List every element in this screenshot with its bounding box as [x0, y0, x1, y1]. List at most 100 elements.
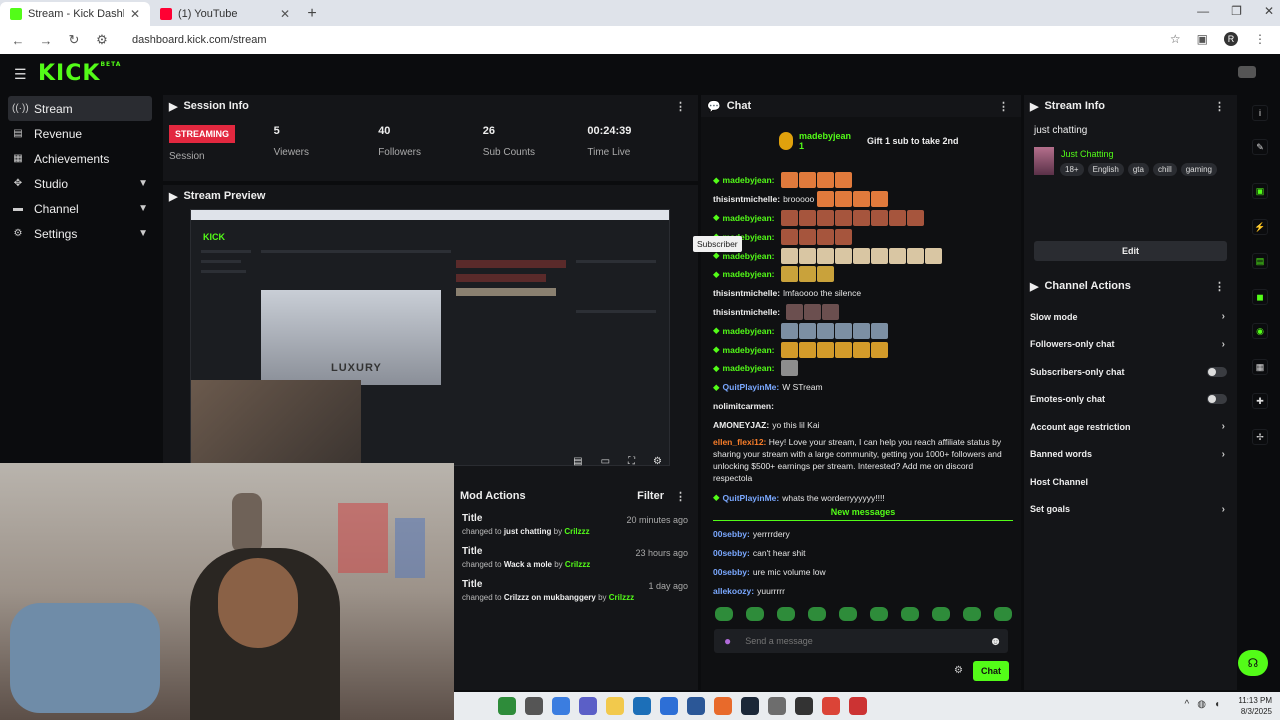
chat-username[interactable]: 00sebby: [713, 529, 750, 539]
close-window-icon[interactable]: ✕ [1264, 4, 1274, 18]
pinned-gift-banner[interactable]: madebyjean 1 Gift 1 sub to take 2nd [779, 131, 959, 151]
back-icon[interactable]: ← [10, 33, 26, 48]
chat-username[interactable]: 00sebby: [713, 548, 750, 558]
info-icon[interactable]: i [1252, 105, 1268, 121]
settings-icon[interactable]: ⚙ [653, 456, 662, 467]
app-icon[interactable] [795, 697, 813, 715]
document-icon[interactable]: ▤ [1252, 253, 1268, 269]
slow-mode-action[interactable]: Slow mode › [1024, 303, 1237, 331]
chat-bubble-icon[interactable]: ◼ [1252, 289, 1268, 305]
hamburger-menu-icon[interactable]: ☰ [14, 66, 27, 83]
new-messages-divider[interactable]: New messages [713, 507, 1013, 521]
subscribers-only-toggle[interactable] [1207, 366, 1227, 377]
clip-icon[interactable]: ▣ [1252, 183, 1268, 199]
chat-username[interactable]: madebyjean: [723, 175, 775, 185]
close-tab-icon[interactable]: ✕ [280, 7, 290, 21]
user-menu-icon[interactable] [1238, 66, 1256, 78]
sidebar-item-channel[interactable]: ▬ Channel ▼ [0, 196, 160, 221]
more-options-icon[interactable]: ⋮ [998, 100, 1009, 113]
wrench-icon[interactable]: ✚ [1252, 393, 1268, 409]
more-options-icon[interactable]: ⋮ [675, 490, 686, 503]
maximize-icon[interactable]: ❐ [1231, 4, 1242, 18]
chevron-up-icon[interactable]: ^ [1185, 699, 1190, 710]
forward-icon[interactable]: → [38, 33, 54, 48]
minimize-icon[interactable]: — [1197, 4, 1209, 18]
edit-stream-info-button[interactable]: Edit [1034, 241, 1227, 261]
app-icon[interactable] [633, 697, 651, 715]
chat-settings-icon[interactable]: ⚙ [954, 665, 963, 676]
category-name[interactable]: Just Chatting [1061, 149, 1114, 159]
app-icon[interactable] [768, 697, 786, 715]
host-channel-action[interactable]: Host Channel [1024, 468, 1237, 496]
broadcast-icon[interactable]: ◉ [1252, 323, 1268, 339]
app-icon[interactable] [660, 697, 678, 715]
url-field[interactable]: dashboard.kick.com/stream [132, 34, 267, 46]
emotes-only-toggle[interactable] [1207, 394, 1227, 405]
app-icon[interactable] [687, 697, 705, 715]
emote-icon[interactable] [963, 607, 981, 621]
chat-username[interactable]: allekoozy: [713, 586, 754, 596]
edit-icon[interactable]: ✎ [1252, 139, 1268, 155]
new-tab-button[interactable]: + [300, 2, 324, 26]
emote-icon[interactable] [777, 607, 795, 621]
set-goals-action[interactable]: Set goals › [1024, 496, 1237, 524]
sidebar-item-achievements[interactable]: ▦ Achievements [0, 146, 160, 171]
more-options-icon[interactable]: ⋮ [1214, 280, 1225, 293]
sidebar-item-stream[interactable]: ((·)) Stream [8, 96, 152, 121]
emote-icon[interactable] [839, 607, 857, 621]
close-tab-icon[interactable]: ✕ [130, 7, 140, 21]
sidebar-item-studio[interactable]: ✥ Studio ▼ [0, 171, 160, 196]
chat-username[interactable]: ellen_flexi12: [713, 437, 766, 447]
chevron-down-icon[interactable]: ▼ [138, 228, 148, 239]
app-icon[interactable] [714, 697, 732, 715]
emote-icon[interactable] [715, 607, 733, 621]
sidebar-item-revenue[interactable]: ▤ Revenue [0, 121, 160, 146]
chat-username[interactable]: thisisntmichelle: [713, 194, 780, 204]
help-headset-icon[interactable]: ☊ [1238, 650, 1268, 676]
tab-kick-dashboard[interactable]: Stream - Kick Dashboard ✕ [0, 2, 150, 26]
app-icon[interactable] [525, 697, 543, 715]
emote-icon[interactable] [808, 607, 826, 621]
app-icon[interactable] [606, 697, 624, 715]
volume-icon[interactable]: ◖ [1214, 699, 1220, 710]
lightning-icon[interactable]: ⚡ [1252, 219, 1268, 235]
chat-overlay-icon[interactable]: ▤ [573, 456, 582, 467]
puzzle-icon[interactable]: ✢ [1252, 429, 1268, 445]
more-options-icon[interactable]: ⋮ [1214, 100, 1225, 113]
account-age-action[interactable]: Account age restriction › [1024, 413, 1237, 441]
chat-username[interactable]: madebyjean: [723, 251, 775, 261]
stream-preview-video[interactable]: KICK LUXURY [190, 209, 670, 466]
chat-username[interactable]: AMONEYJAZ: [713, 420, 769, 430]
site-info-icon[interactable]: ⚙ [94, 32, 110, 48]
chat-input[interactable] [745, 636, 976, 646]
chat-username[interactable]: madebyjean: [723, 326, 775, 336]
app-icon[interactable] [552, 697, 570, 715]
layout-icon[interactable]: ▦ [1252, 359, 1268, 375]
emote-icon[interactable] [746, 607, 764, 621]
browser-menu-icon[interactable]: ⋮ [1254, 32, 1266, 46]
sidebar-item-settings[interactable]: ⚙ Settings ▼ [0, 221, 160, 246]
chat-username[interactable]: madebyjean: [723, 213, 775, 223]
banned-words-action[interactable]: Banned words › [1024, 441, 1237, 469]
chevron-down-icon[interactable]: ▼ [138, 203, 148, 214]
emote-icon[interactable] [901, 607, 919, 621]
app-icon[interactable] [741, 697, 759, 715]
filter-button[interactable]: Filter [637, 490, 664, 502]
extensions-icon[interactable]: ▣ [1197, 32, 1208, 46]
profile-avatar[interactable]: R [1224, 32, 1238, 46]
emote-icon[interactable] [994, 607, 1012, 621]
chat-username[interactable]: madebyjean: [723, 269, 775, 279]
app-icon[interactable] [579, 697, 597, 715]
bookmark-star-icon[interactable]: ☆ [1170, 32, 1181, 46]
app-icon[interactable] [822, 697, 840, 715]
chat-username[interactable]: thisisntmichelle: [713, 288, 780, 298]
chevron-down-icon[interactable]: ▼ [138, 178, 148, 189]
chat-username[interactable]: QuitPlayinMe: [723, 493, 780, 503]
chat-username[interactable]: madebyjean: [723, 363, 775, 373]
app-icon[interactable] [849, 697, 867, 715]
kick-logo[interactable]: KICKBETA [38, 61, 121, 86]
chat-username[interactable]: nolimitcarmen: [713, 401, 774, 411]
theater-icon[interactable]: ▭ [601, 456, 610, 467]
chat-username[interactable]: madebyjean: [723, 345, 775, 355]
followers-only-action[interactable]: Followers-only chat › [1024, 331, 1237, 359]
